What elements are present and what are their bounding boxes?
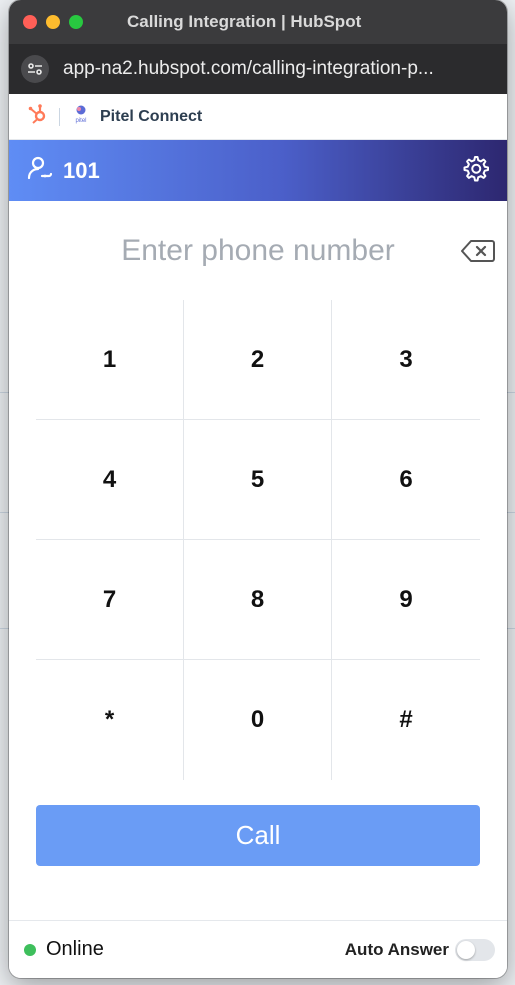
auto-answer-toggle[interactable] (455, 938, 495, 961)
key-6[interactable]: 6 (332, 420, 480, 540)
title-bar: Calling Integration | HubSpot (9, 0, 507, 44)
key-1[interactable]: 1 (36, 300, 184, 420)
key-3[interactable]: 3 (332, 300, 480, 420)
extension-banner: 101 (9, 140, 507, 201)
status-footer: Online Auto Answer (9, 920, 507, 978)
key-9[interactable]: 9 (332, 540, 480, 660)
zoom-window-button[interactable] (69, 15, 83, 29)
key-star[interactable]: * (36, 660, 184, 780)
window-controls (23, 15, 83, 29)
key-7[interactable]: 7 (36, 540, 184, 660)
window-title: Calling Integration | HubSpot (127, 12, 362, 31)
key-2[interactable]: 2 (184, 300, 332, 420)
hubspot-logo-icon (27, 103, 49, 130)
app-header: pitel Pitel Connect (9, 94, 507, 140)
app-name: Pitel Connect (100, 107, 203, 125)
close-window-button[interactable] (23, 15, 37, 29)
key-5[interactable]: 5 (184, 420, 332, 540)
status-text: Online (46, 938, 104, 960)
call-button[interactable]: Call (36, 805, 480, 866)
url-text[interactable]: app-na2.hubspot.com/calling-integration-… (63, 58, 434, 80)
extension-number: 101 (63, 157, 100, 183)
site-settings-icon[interactable] (21, 55, 49, 83)
svg-text:pitel: pitel (75, 118, 86, 124)
popup-window: Calling Integration | HubSpot app-na2.hu… (9, 0, 507, 978)
online-status-dot (24, 943, 36, 956)
agent-icon (25, 154, 53, 187)
minimize-window-button[interactable] (46, 15, 60, 29)
key-0[interactable]: 0 (184, 660, 332, 780)
dial-keypad: 1 2 3 4 5 6 7 8 9 * 0 # (36, 300, 480, 780)
pitel-logo-icon: pitel (72, 103, 90, 130)
phone-number-input[interactable] (78, 234, 438, 268)
backspace-icon[interactable] (461, 239, 495, 268)
key-hash[interactable]: # (332, 660, 480, 780)
key-8[interactable]: 8 (184, 540, 332, 660)
gear-icon[interactable] (461, 154, 489, 187)
phone-input-row (9, 201, 507, 301)
address-bar: app-na2.hubspot.com/calling-integration-… (9, 44, 507, 94)
toggle-knob (457, 940, 475, 959)
key-4[interactable]: 4 (36, 420, 184, 540)
header-divider (59, 107, 60, 126)
auto-answer-label: Auto Answer (344, 939, 449, 959)
